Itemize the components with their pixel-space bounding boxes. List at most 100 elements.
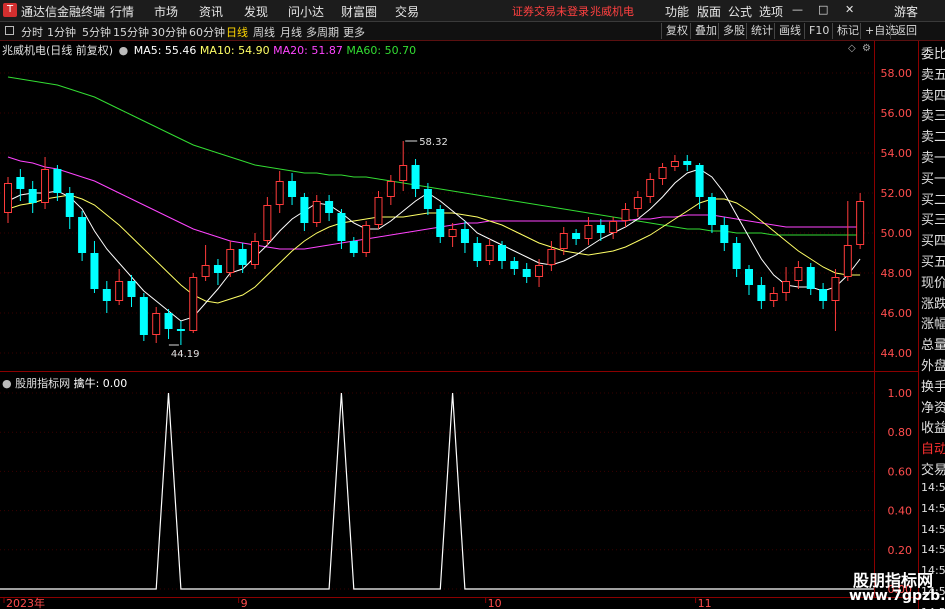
candle bbox=[41, 157, 50, 209]
candle bbox=[473, 237, 482, 267]
candle-body bbox=[176, 329, 185, 331]
price-tick-label: 44.00 bbox=[881, 347, 913, 360]
price-tick-label: 48.00 bbox=[881, 267, 913, 280]
candle-body bbox=[213, 265, 222, 273]
ma20-label: MA20: 51.87 bbox=[273, 44, 343, 57]
candle bbox=[189, 273, 198, 333]
price-tick-label: 50.00 bbox=[881, 227, 913, 240]
candle-body bbox=[263, 205, 272, 241]
candle bbox=[115, 269, 124, 305]
candle-body bbox=[127, 281, 136, 297]
candle-body bbox=[238, 249, 247, 265]
low-price-label: 44.19 bbox=[171, 349, 200, 360]
candle-body bbox=[633, 197, 642, 209]
candle bbox=[732, 237, 741, 277]
candle-body bbox=[720, 225, 729, 243]
candle-body bbox=[843, 245, 852, 277]
watermark: 股朋指标网 www.7gpzb.com bbox=[849, 571, 945, 604]
auto-trade-label[interactable]: 自动 bbox=[921, 438, 945, 457]
candle-body bbox=[386, 181, 395, 197]
candle bbox=[448, 223, 457, 247]
candle bbox=[226, 241, 235, 277]
sub-chart-header: ● 股朋指标网 擒牛: 0.00 bbox=[2, 375, 127, 391]
candle-body bbox=[201, 265, 210, 277]
high-price-label: 58.32 bbox=[419, 137, 448, 148]
indicator-settings-icon[interactable]: ● bbox=[2, 377, 12, 390]
candle bbox=[78, 211, 87, 261]
candle bbox=[485, 239, 494, 265]
candle bbox=[843, 201, 852, 281]
candle-body bbox=[806, 267, 815, 289]
indicator-value: 擒牛: 0.00 bbox=[73, 377, 128, 390]
candle bbox=[510, 257, 519, 275]
candle-body bbox=[646, 179, 655, 197]
candle bbox=[547, 241, 556, 271]
candle bbox=[856, 193, 865, 249]
candle-body bbox=[831, 277, 840, 301]
candle-body bbox=[460, 229, 469, 243]
chart-area[interactable]: 58.32 44.19 58.00 56.00 54.00 52.00 50.00 48.0… bbox=[0, 0, 945, 609]
candle bbox=[609, 217, 618, 239]
candle-body bbox=[374, 197, 383, 225]
price-tick-label: 58.00 bbox=[881, 67, 913, 80]
candle-body bbox=[547, 249, 556, 265]
settings-icon[interactable]: ⚙ bbox=[862, 43, 871, 54]
indicator-tick-label: 0.60 bbox=[888, 465, 913, 478]
candle bbox=[633, 191, 642, 217]
buy2-label: 买二 bbox=[921, 192, 945, 208]
candle-body bbox=[782, 281, 791, 293]
time-tick-label: 11 bbox=[698, 597, 712, 609]
candle bbox=[164, 309, 173, 339]
ma10-line bbox=[7, 194, 861, 304]
candle bbox=[782, 267, 791, 301]
candle-body bbox=[41, 169, 50, 203]
candle-body bbox=[423, 189, 432, 209]
candle-body bbox=[584, 225, 593, 239]
candle bbox=[102, 281, 111, 313]
candle-body bbox=[4, 183, 12, 213]
time-tick-label: 9 bbox=[241, 597, 248, 609]
candle-body bbox=[498, 245, 506, 261]
order-ratio-label: 委比 bbox=[921, 47, 945, 62]
indicator-name[interactable]: 股朋指标网 bbox=[15, 377, 70, 390]
candle bbox=[300, 193, 309, 231]
ma5-label: MA5: 55.46 bbox=[133, 44, 197, 57]
candle bbox=[522, 263, 531, 283]
candle bbox=[53, 165, 62, 201]
diamond-icon[interactable]: ◇ bbox=[848, 43, 856, 54]
candle bbox=[251, 233, 259, 269]
ma-settings-icon[interactable]: ● bbox=[119, 44, 129, 57]
candle-body bbox=[102, 289, 111, 301]
signal-line bbox=[0, 392, 874, 590]
candle bbox=[621, 203, 630, 227]
ma5-line bbox=[7, 168, 861, 322]
candle bbox=[658, 163, 667, 185]
candle-body bbox=[78, 217, 87, 253]
candle bbox=[745, 265, 753, 295]
candle bbox=[498, 241, 506, 269]
sell4-label: 卖四 bbox=[921, 88, 945, 104]
candle-body bbox=[139, 297, 148, 335]
candle bbox=[176, 321, 185, 345]
indicator-tick-label: 0.80 bbox=[888, 426, 913, 439]
candle-body bbox=[189, 277, 198, 331]
candle-body bbox=[856, 201, 865, 245]
buy1-label: 买一 bbox=[921, 171, 945, 187]
candle-body bbox=[757, 285, 766, 301]
candle bbox=[572, 229, 581, 245]
candle bbox=[374, 191, 383, 229]
candle-body bbox=[732, 243, 741, 269]
candle bbox=[559, 227, 568, 255]
candle-body bbox=[510, 261, 519, 269]
outer-label: 外盘 bbox=[921, 359, 945, 374]
buy4-label: 买四 bbox=[921, 234, 945, 250]
candle bbox=[263, 197, 272, 245]
candle bbox=[386, 175, 395, 205]
candle-body bbox=[164, 313, 173, 329]
candle bbox=[794, 261, 803, 289]
net-asset-label: 净资 bbox=[921, 400, 945, 416]
buy5-label: 买五 bbox=[921, 255, 945, 270]
candle bbox=[325, 195, 334, 221]
candle bbox=[670, 155, 679, 171]
candle bbox=[4, 177, 12, 223]
